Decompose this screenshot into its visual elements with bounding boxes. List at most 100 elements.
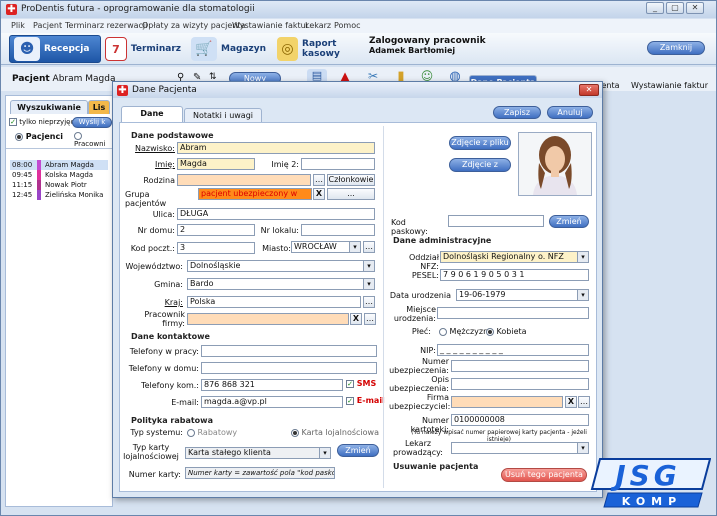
minimize-button[interactable]: _ (646, 2, 664, 14)
menu-pomoc[interactable]: Pomoc (334, 21, 361, 30)
kod-field[interactable]: 3 (177, 242, 255, 254)
radio-workers-row[interactable]: Pracowni (74, 132, 112, 148)
nip-field[interactable]: _ _ _ _ _ _ _ _ _ _ (437, 344, 589, 356)
tel-dom-field[interactable] (201, 362, 377, 374)
only-unpaid-row[interactable]: ✓ tylko nieprzyjęci (9, 118, 76, 126)
tel-kom-field[interactable]: 876 868 321 (201, 379, 343, 391)
appointment-color-bar (37, 190, 41, 200)
logo-bottom-text: KOMP (622, 495, 682, 508)
nfz-select[interactable]: Dolnośląski Regionalny o. NFZ (440, 251, 589, 263)
firma-clear-button[interactable]: X (565, 396, 577, 408)
kraj-field[interactable]: Polska (187, 296, 361, 308)
maximize-button[interactable]: ▢ (666, 2, 684, 14)
karta-radio-row[interactable]: Karta lojalnościowa (291, 428, 379, 437)
grupa-clear-button[interactable]: X (313, 188, 325, 200)
firma-ubezp-field[interactable] (451, 396, 563, 408)
rodzina-browse-button[interactable]: … (313, 174, 325, 186)
menu-lekarz[interactable]: Lekarz (305, 21, 331, 30)
typ-karty-label: Typ karty lojalnościowej (123, 443, 179, 461)
menu-pacjent[interactable]: Pacjent (33, 21, 62, 30)
tab-notatki[interactable]: Notatki i uwagi lekarza (184, 108, 262, 133)
magazyn-button[interactable]: 🛒 Magazyn (187, 35, 271, 63)
logo-top-text: JSG (610, 459, 681, 492)
pracownik-browse-button[interactable]: … (364, 313, 376, 325)
menu-terminarz[interactable]: Terminarz rezerwacji (65, 21, 147, 30)
save-button[interactable]: Zapisz (493, 106, 541, 119)
photo-file-button[interactable]: Zdjęcie z pliku (449, 136, 511, 150)
woj-select[interactable]: Dolnośląskie (187, 260, 375, 272)
firma-browse-button[interactable]: … (578, 396, 590, 408)
imie-field[interactable]: Magda (177, 158, 255, 170)
only-unpaid-checkbox[interactable]: ✓ (9, 118, 17, 126)
kraj-browse-button[interactable]: … (363, 296, 375, 308)
tab-wyszukiwanie[interactable]: Wyszukiwanie (10, 100, 88, 114)
grupa-browse-button[interactable]: ... (327, 188, 375, 200)
pracownik-field[interactable] (187, 313, 349, 325)
pracownik-clear-button[interactable]: X (350, 313, 362, 325)
lekarz-select[interactable] (451, 442, 589, 454)
rabatowy-radio-row[interactable]: Rabatowy (187, 428, 237, 437)
nrdomu-field[interactable]: 2 (177, 224, 255, 236)
tab-wystawianie-faktur[interactable]: Wystawianie faktur (631, 79, 713, 93)
sms-checkbox[interactable]: ✓ (346, 379, 354, 388)
miasto-browse-button[interactable]: … (363, 241, 375, 253)
czlonkowie-button[interactable]: Członkowie (327, 174, 375, 186)
numer-karty-field[interactable]: Numer karty = zawartość pola "kod paskow… (185, 467, 335, 479)
imie2-field[interactable] (301, 158, 375, 170)
raport-kasowy-button[interactable]: ◎ Raport kasowy (273, 35, 363, 63)
typ-karty-select[interactable]: Karta stałego klienta (185, 447, 331, 459)
zamknij-button[interactable]: Zamknij (647, 41, 705, 55)
tab-dane-pacjenta-inner[interactable]: Dane pacjenta (121, 106, 183, 131)
gmina-select[interactable]: Bardo (187, 278, 375, 290)
menu-oplaty[interactable]: Opłaty za wizyty pacjenta (142, 21, 245, 30)
recepcja-button[interactable]: ☻ Recepcja (9, 35, 101, 63)
kod-paskowy-change-button[interactable]: Zmień (549, 215, 589, 228)
appointment-row[interactable]: 08:00 Abram Magda (10, 160, 108, 170)
menu-plik[interactable]: Plik (11, 21, 25, 30)
nr-kart-field[interactable]: 0100000008 (451, 414, 589, 426)
radio-kobieta-row[interactable]: Kobieta (486, 327, 527, 336)
kod-paskowy-field[interactable] (448, 215, 544, 227)
opis-ubezp-field[interactable] (451, 378, 589, 390)
radio-mezczyzna[interactable] (439, 327, 447, 336)
nr-ubezp-field[interactable] (451, 360, 589, 372)
tab-lista[interactable]: Lis (88, 100, 110, 114)
appointment-row[interactable]: 11:15 Nowak Piotr (10, 180, 108, 190)
grupa-field[interactable]: pacjent ubezpieczony w (198, 188, 312, 200)
appointment-row[interactable]: 12:45 Zielińska Monika (10, 190, 108, 200)
radio-patients[interactable] (15, 132, 23, 141)
gmina-label: Gmina: (154, 280, 183, 289)
cart-icon: 🛒 (191, 37, 217, 61)
logged-label: Zalogowany pracownik (369, 36, 486, 46)
rodzina-field[interactable] (177, 174, 311, 186)
miejsce-field[interactable] (437, 307, 589, 319)
zmien-karta-button[interactable]: Zmień (337, 444, 379, 457)
rabatowy-radio[interactable] (187, 428, 195, 437)
photo-camera-button[interactable]: Zdjęcie z kamery (449, 158, 511, 181)
nrlokalu-field[interactable] (301, 224, 375, 236)
karta-radio[interactable] (291, 428, 299, 437)
radio-workers[interactable] (74, 132, 82, 140)
email-checkbox-row[interactable]: ✓ E-mail (346, 396, 385, 405)
email-checkbox[interactable]: ✓ (346, 396, 354, 405)
pesel-field[interactable]: 7 9 0 6 1 9 0 5 0 3 1 (440, 269, 589, 281)
radio-kobieta[interactable] (486, 327, 494, 336)
radio-mezczyzna-row[interactable]: Mężczyzna (439, 327, 493, 336)
tel-praca-field[interactable] (201, 345, 377, 357)
appointment-row[interactable]: 09:45 Kolska Magda (10, 170, 108, 180)
miasto-select[interactable]: WROCŁAW (291, 241, 361, 253)
close-window-button[interactable]: ✕ (686, 2, 704, 14)
cancel-button[interactable]: Anuluj (547, 106, 593, 119)
data-ur-select[interactable]: 19-06-1979 (456, 289, 589, 301)
terminarz-button[interactable]: 7 Terminarz (101, 35, 181, 63)
email-field[interactable]: magda.a@vp.pl (201, 396, 343, 408)
menu-faktury[interactable]: Wystawianie faktur (232, 21, 309, 30)
nazwisko-field[interactable]: Abram (177, 142, 375, 154)
send-button[interactable]: Wyślij k (72, 117, 112, 128)
ulica-field[interactable]: DŁUGA (177, 208, 375, 220)
main-window: ✚ ProDentis futura - oprogramowanie dla … (0, 0, 717, 516)
dialog-close-button[interactable]: ✕ (579, 84, 599, 96)
sms-checkbox-row[interactable]: ✓ SMS (346, 379, 376, 388)
delete-patient-button[interactable]: Usuń tego pacjenta (501, 468, 587, 482)
radio-patients-row[interactable]: Pacjenci (15, 132, 63, 141)
